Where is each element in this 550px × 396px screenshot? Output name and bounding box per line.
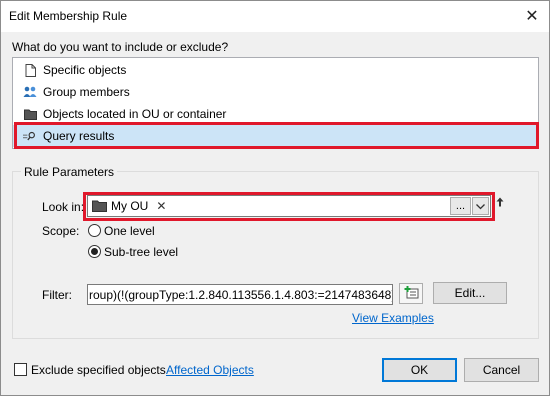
list-item-specific-objects[interactable]: Specific objects [13, 59, 538, 81]
look-in-chip: My OU ✕ [92, 199, 166, 213]
folder-icon [92, 200, 107, 212]
view-examples-link[interactable]: View Examples [352, 311, 434, 325]
include-exclude-question: What do you want to include or exclude? [12, 40, 229, 54]
cancel-button[interactable]: Cancel [464, 358, 539, 382]
edit-membership-rule-dialog: Edit Membership Rule ✕ What do you want … [0, 0, 550, 396]
group-users-icon [23, 85, 37, 99]
affected-objects-link[interactable]: Affected Objects [166, 363, 254, 377]
chevron-down-icon [476, 199, 485, 213]
document-icon [23, 63, 37, 77]
list-item-group-members[interactable]: Group members [13, 81, 538, 103]
list-item-query-results[interactable]: Query results [13, 125, 538, 147]
list-item-label: Specific objects [43, 63, 127, 77]
list-item-objects-in-ou[interactable]: Objects located in OU or container [13, 103, 538, 125]
query-icon [23, 129, 37, 143]
add-filter-icon [404, 285, 419, 302]
title-bar: Edit Membership Rule ✕ [1, 1, 549, 32]
list-item-label: Group members [43, 85, 130, 99]
window-title: Edit Membership Rule [9, 9, 128, 23]
edit-filter-button[interactable]: Edit... [433, 282, 507, 304]
up-level-icon[interactable] [496, 197, 504, 210]
folder-icon [23, 107, 37, 121]
radio-sub-tree-level[interactable] [88, 245, 101, 258]
radio-one-level[interactable] [88, 224, 101, 237]
filter-input[interactable]: roup)(!(groupType:1.2.840.113556.1.4.803… [87, 284, 393, 305]
list-item-label: Objects located in OU or container [43, 107, 227, 121]
include-type-list[interactable]: Specific objects Group members Objects l… [12, 57, 539, 149]
look-in-combobox[interactable]: My OU ✕ [87, 195, 491, 217]
exclude-objects-checkbox[interactable] [14, 363, 27, 376]
one-level-label[interactable]: One level [104, 224, 155, 238]
filter-builder-button[interactable] [399, 283, 423, 304]
list-item-label: Query results [43, 129, 115, 143]
chip-label: My OU [111, 199, 149, 213]
look-in-label: Look in: [42, 200, 85, 214]
ok-button[interactable]: OK [382, 358, 457, 382]
rule-parameters-legend: Rule Parameters [21, 165, 118, 179]
scope-label: Scope: [42, 224, 80, 238]
browse-button[interactable]: ... [450, 197, 471, 215]
exclude-objects-label[interactable]: Exclude specified objects [31, 363, 166, 377]
remove-chip-icon[interactable]: ✕ [156, 199, 166, 213]
filter-label: Filter: [42, 288, 72, 302]
look-in-dropdown-button[interactable] [472, 197, 489, 215]
sub-tree-level-label[interactable]: Sub-tree level [104, 245, 178, 259]
close-icon: ✕ [525, 8, 539, 25]
close-button[interactable]: ✕ [515, 1, 549, 31]
